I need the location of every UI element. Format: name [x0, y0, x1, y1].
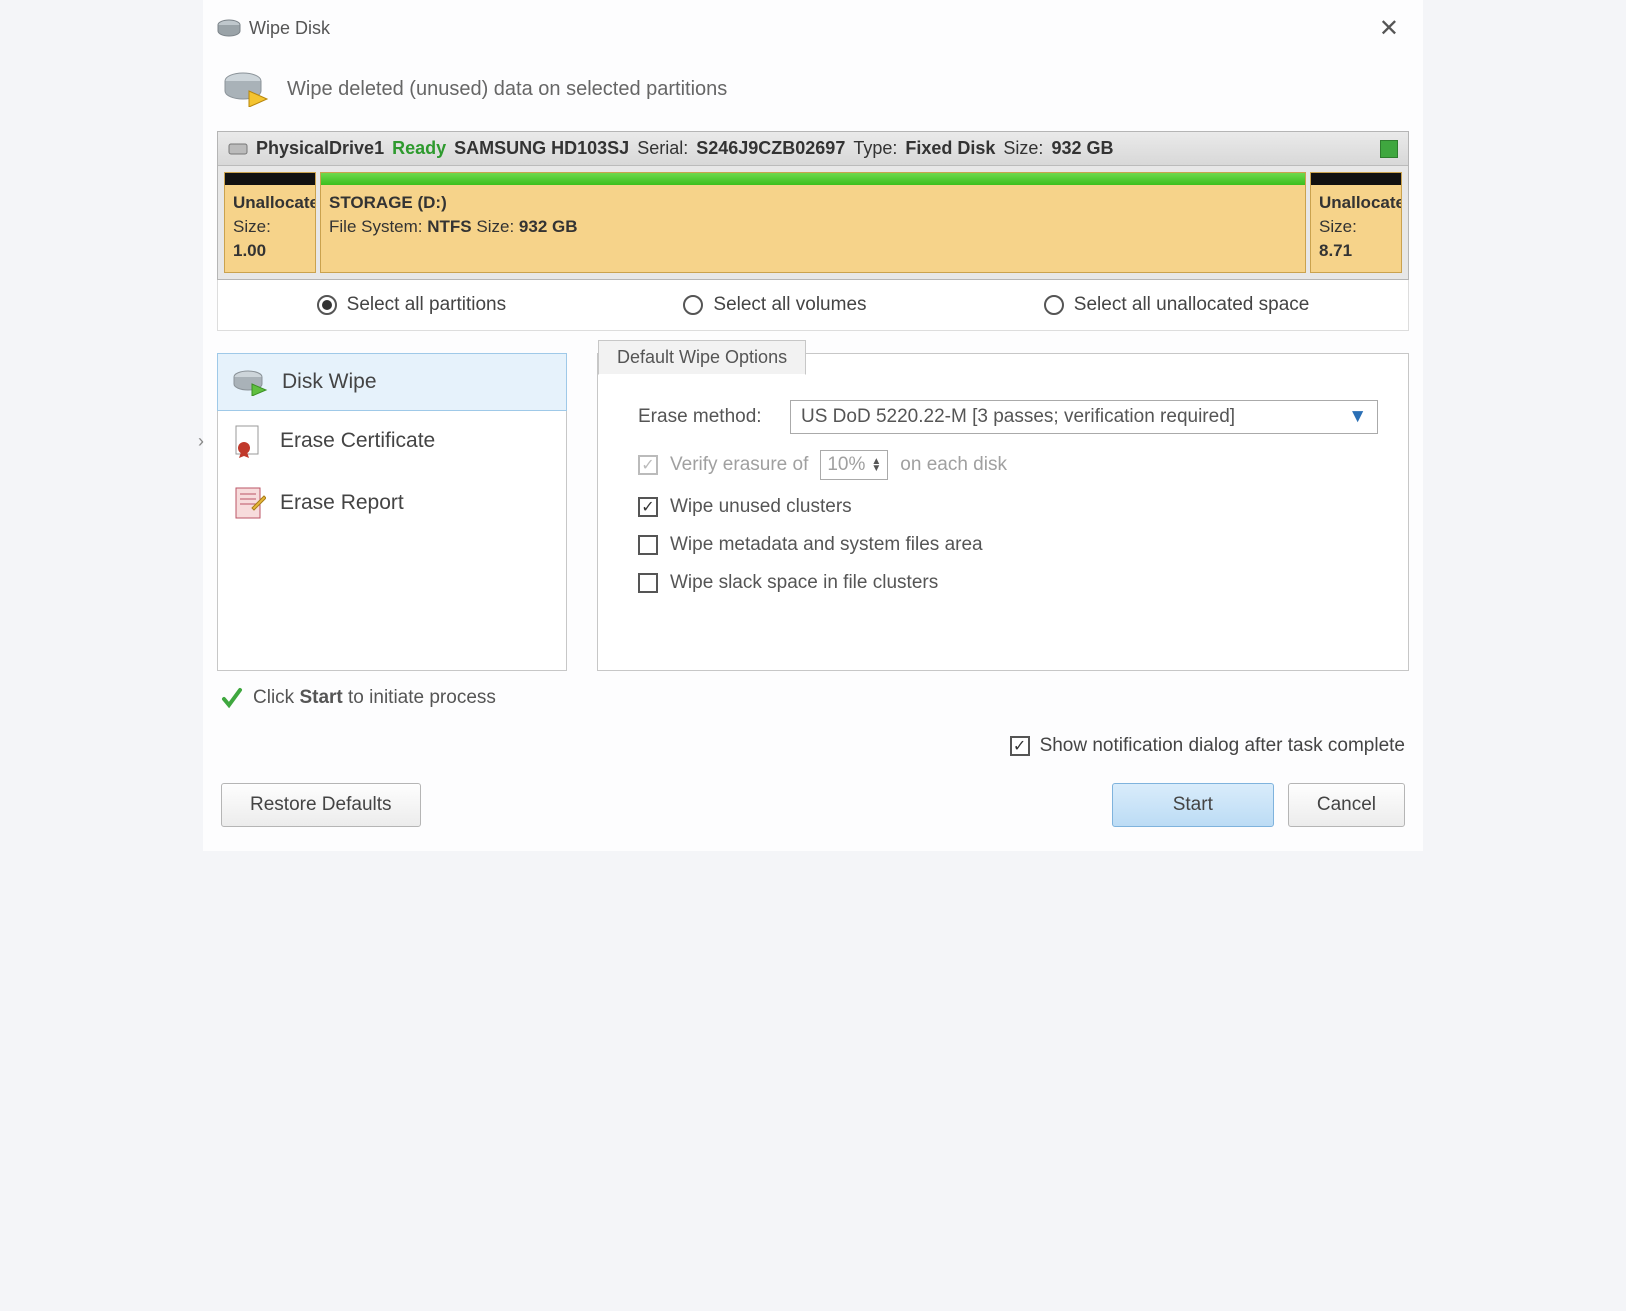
- sidebar-item-label: Erase Certificate: [280, 429, 435, 453]
- spinner-buttons[interactable]: ▲▼: [871, 458, 881, 472]
- chevron-right-icon[interactable]: ›: [198, 431, 204, 452]
- spinner-value: 10%: [827, 454, 865, 476]
- partition-name: STORAGE (D:): [329, 193, 447, 212]
- disk-serial: S246J9CZB02697: [696, 138, 845, 159]
- check-icon: [221, 687, 243, 709]
- wipe-metadata-row[interactable]: Wipe metadata and system files area: [638, 534, 1378, 556]
- selection-row: Select all partitions Select all volumes…: [217, 280, 1409, 331]
- sidebar-item-label: Erase Report: [280, 491, 404, 515]
- checkbox-wipe-unused[interactable]: ✓: [638, 497, 658, 517]
- report-icon: [232, 486, 266, 520]
- radio-label: Select all partitions: [347, 294, 506, 316]
- partition-storage-d[interactable]: STORAGE (D:) File System: NTFS Size: 932…: [320, 172, 1306, 273]
- hint-prefix: Click: [253, 687, 294, 708]
- checkbox-label: Wipe slack space in file clusters: [670, 572, 938, 594]
- wipe-unused-row[interactable]: ✓ Wipe unused clusters: [638, 496, 1378, 518]
- hint-suffix: to initiate process: [348, 687, 496, 708]
- erase-method-label: Erase method:: [638, 406, 778, 428]
- disk-model: SAMSUNG HD103SJ: [454, 138, 629, 159]
- radio-label: Select all volumes: [713, 294, 866, 316]
- partition-size-label: Size:: [1319, 217, 1357, 236]
- checkbox-wipe-metadata[interactable]: [638, 535, 658, 555]
- radio-all-volumes[interactable]: Select all volumes: [683, 294, 866, 316]
- disk-play-icon: [223, 71, 269, 107]
- partition-name: Unallocated: [1319, 193, 1402, 212]
- serial-label: Serial:: [637, 138, 688, 159]
- verify-suffix: on each disk: [900, 454, 1007, 476]
- size-label: Size:: [1003, 138, 1043, 159]
- partition-size-label: Size:: [233, 217, 271, 236]
- partition-size-label: Size:: [476, 217, 514, 236]
- status-indicator: [1380, 140, 1398, 158]
- titlebar: Wipe Disk ✕: [203, 0, 1423, 55]
- drive-icon: [228, 141, 248, 157]
- radio-all-partitions[interactable]: Select all partitions: [317, 294, 506, 316]
- cancel-button[interactable]: Cancel: [1288, 783, 1405, 827]
- notify-checkbox-row[interactable]: ✓ Show notification dialog after task co…: [1010, 735, 1405, 757]
- certificate-icon: [232, 424, 266, 458]
- disk-type: Fixed Disk: [905, 138, 995, 159]
- disk-size: 932 GB: [1051, 138, 1113, 159]
- hint-bold: Start: [299, 687, 342, 708]
- radio-label: Select all unallocated space: [1074, 294, 1310, 316]
- wipe-disk-dialog: Wipe Disk ✕ Wipe deleted (unused) data o…: [203, 0, 1423, 851]
- sidebar-item-label: Disk Wipe: [282, 370, 377, 394]
- start-hint: Click Start to initiate process: [221, 687, 1405, 709]
- disk-wipe-icon: [232, 368, 268, 396]
- sidebar-item-erase-certificate[interactable]: › Erase Certificate: [218, 410, 566, 472]
- partition-size: 932 GB: [519, 217, 578, 236]
- partition-size: 8.71: [1319, 241, 1352, 260]
- erase-method-dropdown[interactable]: US DoD 5220.22-M [3 passes; verification…: [790, 400, 1378, 434]
- options-panel: Default Wipe Options Erase method: US Do…: [597, 353, 1409, 671]
- radio-icon: [683, 295, 703, 315]
- disk-panel: PhysicalDrive1 Ready SAMSUNG HD103SJ Ser…: [217, 131, 1409, 280]
- window-title: Wipe Disk: [249, 18, 330, 39]
- options-tab-label: Default Wipe Options: [598, 340, 806, 375]
- erase-method-row: Erase method: US DoD 5220.22-M [3 passes…: [638, 400, 1378, 434]
- verify-label: Verify erasure of: [670, 454, 808, 476]
- partition-fs: NTFS: [427, 217, 471, 236]
- close-icon[interactable]: ✕: [1369, 10, 1409, 47]
- checkbox-label: Wipe unused clusters: [670, 496, 852, 518]
- partition-size: 1.00: [233, 241, 266, 260]
- checkbox-wipe-slack[interactable]: [638, 573, 658, 593]
- partition-map: Unallocated Size: 1.00 STORAGE (D:) File…: [218, 166, 1408, 279]
- radio-icon: [1044, 295, 1064, 315]
- partition-unallocated-left[interactable]: Unallocated Size: 1.00: [224, 172, 316, 273]
- verify-percent-spinner[interactable]: 10% ▲▼: [820, 450, 888, 480]
- partition-unallocated-right[interactable]: Unallocated Size: 8.71: [1310, 172, 1402, 273]
- sidebar-item-disk-wipe[interactable]: Disk Wipe: [217, 353, 567, 411]
- disk-status: Ready: [392, 138, 446, 159]
- partition-fs-label: File System:: [329, 217, 423, 236]
- partition-name: Unallocated: [233, 193, 316, 212]
- disk-header: PhysicalDrive1 Ready SAMSUNG HD103SJ Ser…: [218, 132, 1408, 166]
- subtitle-text: Wipe deleted (unused) data on selected p…: [287, 78, 727, 101]
- restore-defaults-button[interactable]: Restore Defaults: [221, 783, 421, 827]
- disk-name: PhysicalDrive1: [256, 138, 384, 159]
- disk-icon: [217, 19, 241, 39]
- start-button[interactable]: Start: [1112, 783, 1274, 827]
- verify-erasure-row: ✓ Verify erasure of 10% ▲▼ on each disk: [638, 450, 1378, 480]
- radio-all-unallocated[interactable]: Select all unallocated space: [1044, 294, 1310, 316]
- subheader: Wipe deleted (unused) data on selected p…: [203, 55, 1423, 131]
- options-sidebar: Disk Wipe › Erase Certificate Erase Repo…: [217, 353, 567, 671]
- radio-icon: [317, 295, 337, 315]
- chevron-down-icon: ▼: [1348, 406, 1367, 428]
- type-label: Type:: [853, 138, 897, 159]
- notify-label: Show notification dialog after task comp…: [1040, 735, 1405, 757]
- dropdown-value: US DoD 5220.22-M [3 passes; verification…: [801, 406, 1235, 428]
- checkbox-verify: ✓: [638, 455, 658, 475]
- checkbox-label: Wipe metadata and system files area: [670, 534, 983, 556]
- wipe-slack-row[interactable]: Wipe slack space in file clusters: [638, 572, 1378, 594]
- checkbox-notify[interactable]: ✓: [1010, 736, 1030, 756]
- sidebar-item-erase-report[interactable]: Erase Report: [218, 472, 566, 534]
